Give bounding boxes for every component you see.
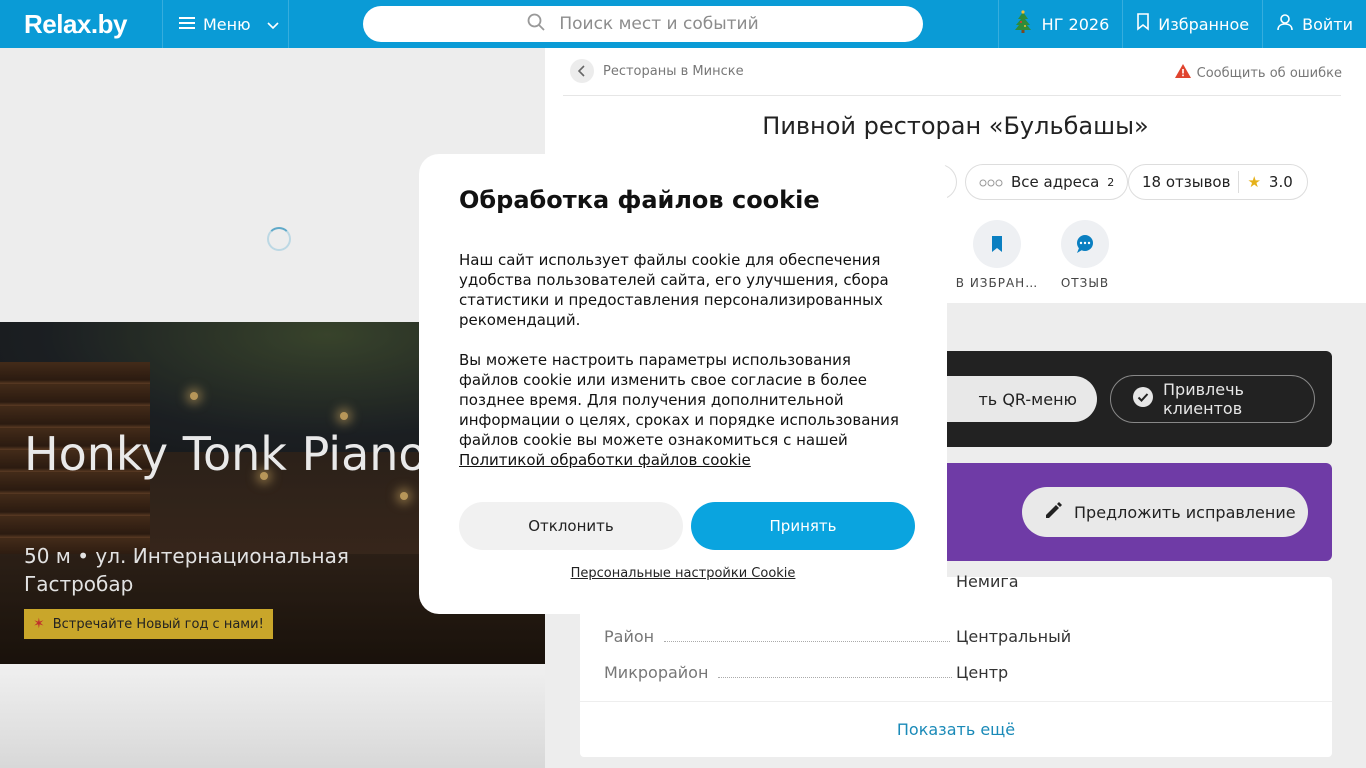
- cookie-settings-link[interactable]: Персональные настройки Cookie: [419, 566, 947, 581]
- decline-button[interactable]: Отклонить: [459, 502, 683, 550]
- cookie-paragraph-2: Вы можете настроить параметры использова…: [459, 350, 909, 470]
- cookie-text: Наш сайт использует файлы cookie для обе…: [459, 250, 909, 490]
- cookie-policy-link[interactable]: Политикой обработки файлов cookie: [459, 451, 751, 469]
- cookie-title: Обработка файлов cookie: [459, 186, 820, 214]
- cookie-paragraph-2-text: Вы можете настроить параметры использова…: [459, 351, 899, 449]
- cookie-dialog: Обработка файлов cookie Наш сайт использ…: [419, 154, 947, 614]
- cookie-paragraph-1: Наш сайт использует файлы cookie для обе…: [459, 251, 889, 329]
- accept-button[interactable]: Принять: [691, 502, 915, 550]
